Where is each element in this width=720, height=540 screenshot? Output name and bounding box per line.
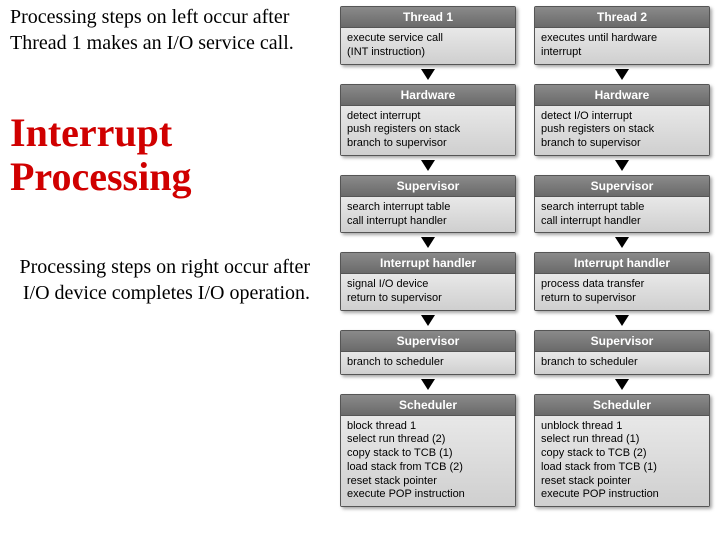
arrow-down-icon: [421, 160, 435, 171]
flow-box-head: Hardware: [341, 85, 515, 106]
column-thread1: Thread 1execute service call (INT instru…: [340, 6, 516, 509]
arrow-down-icon: [421, 315, 435, 326]
note-top: Processing steps on left occur after Thr…: [10, 4, 330, 56]
arrow-down-icon: [421, 237, 435, 248]
flow-box-body: executes until hardware interrupt: [535, 28, 709, 64]
flow-box: Schedulerblock thread 1 select run threa…: [340, 394, 516, 508]
flow-box: Schedulerunblock thread 1 select run thr…: [534, 394, 710, 508]
flow-box-body: branch to scheduler: [535, 352, 709, 374]
flow-box-body: search interrupt table call interrupt ha…: [341, 197, 515, 233]
flow-box-body: unblock thread 1 select run thread (1) c…: [535, 416, 709, 507]
flow-box-body: execute service call (INT instruction): [341, 28, 515, 64]
flow-box-body: search interrupt table call interrupt ha…: [535, 197, 709, 233]
flow-box: Supervisorbranch to scheduler: [340, 330, 516, 375]
flow-box: Thread 2executes until hardware interrup…: [534, 6, 710, 65]
flow-box-head: Supervisor: [535, 331, 709, 352]
flow-box-head: Supervisor: [341, 176, 515, 197]
flow-box: Supervisorbranch to scheduler: [534, 330, 710, 375]
flow-box-body: branch to scheduler: [341, 352, 515, 374]
arrow-down-icon: [615, 237, 629, 248]
arrow-down-icon: [421, 379, 435, 390]
flow-box: Interrupt handlerprocess data transfer r…: [534, 252, 710, 311]
flow-box-head: Thread 2: [535, 7, 709, 28]
diagram-title: Interrupt Processing: [10, 111, 330, 199]
flow-box-body: process data transfer return to supervis…: [535, 274, 709, 310]
flow-box-head: Supervisor: [341, 331, 515, 352]
flow-columns: Thread 1execute service call (INT instru…: [340, 6, 710, 509]
flow-box: Supervisorsearch interrupt table call in…: [534, 175, 710, 234]
flow-box-head: Supervisor: [535, 176, 709, 197]
note-bottom: Processing steps on right occur after I/…: [10, 254, 310, 306]
left-panel: Processing steps on left occur after Thr…: [10, 4, 330, 306]
column-thread2: Thread 2executes until hardware interrup…: [534, 6, 710, 509]
arrow-down-icon: [421, 69, 435, 80]
flow-box: Hardwaredetect I/O interrupt push regist…: [534, 84, 710, 156]
flow-box-head: Hardware: [535, 85, 709, 106]
flow-box-head: Scheduler: [341, 395, 515, 416]
flow-box-body: detect I/O interrupt push registers on s…: [535, 106, 709, 155]
flow-box-head: Interrupt handler: [341, 253, 515, 274]
arrow-down-icon: [615, 69, 629, 80]
flow-box: Thread 1execute service call (INT instru…: [340, 6, 516, 65]
flow-box-head: Interrupt handler: [535, 253, 709, 274]
flow-box: Interrupt handlersignal I/O device retur…: [340, 252, 516, 311]
flow-box: Supervisorsearch interrupt table call in…: [340, 175, 516, 234]
arrow-down-icon: [615, 315, 629, 326]
flow-box-body: block thread 1 select run thread (2) cop…: [341, 416, 515, 507]
flow-box-body: detect interrupt push registers on stack…: [341, 106, 515, 155]
arrow-down-icon: [615, 160, 629, 171]
flow-box-head: Thread 1: [341, 7, 515, 28]
flow-box-body: signal I/O device return to supervisor: [341, 274, 515, 310]
flow-box-head: Scheduler: [535, 395, 709, 416]
arrow-down-icon: [615, 379, 629, 390]
flow-box: Hardwaredetect interrupt push registers …: [340, 84, 516, 156]
